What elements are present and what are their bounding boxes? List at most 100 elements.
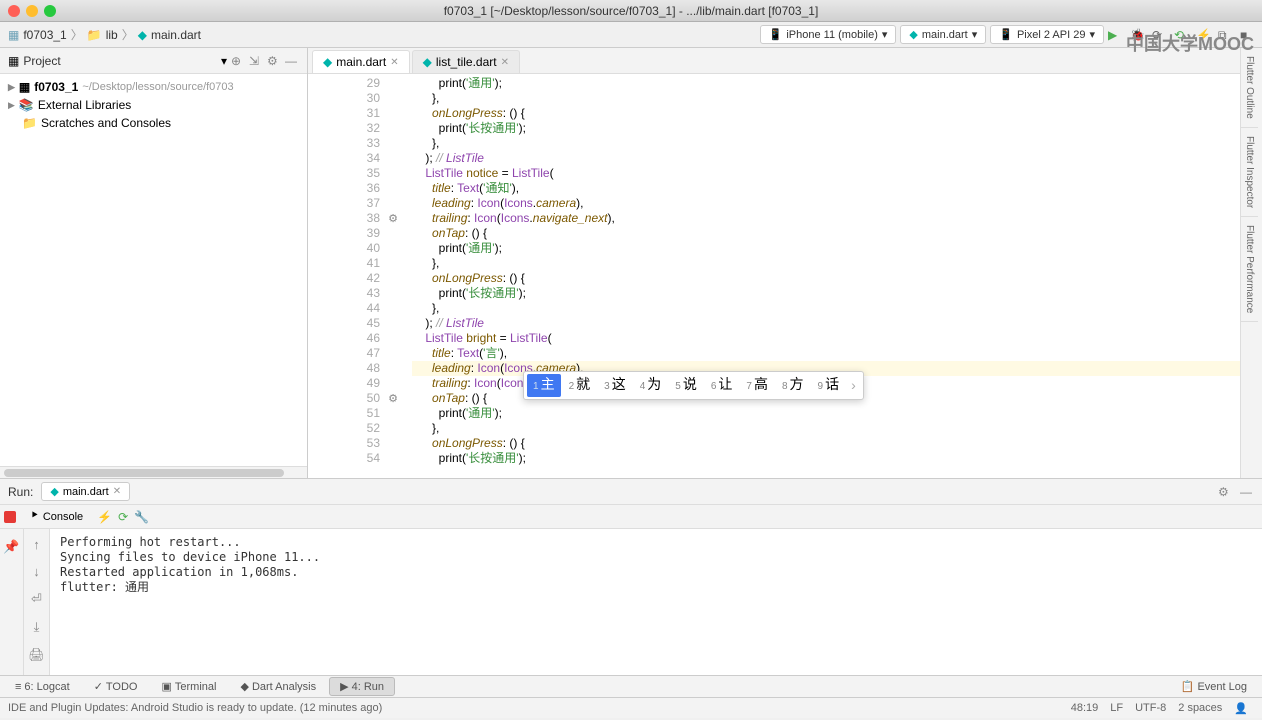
restart-icon[interactable]: ⟳: [118, 510, 128, 524]
dart-file-icon: ◆: [138, 28, 147, 42]
print-icon[interactable]: 🖨: [24, 643, 49, 667]
run-tool-sidebar: ↑ ↓ ⏎ ⤓ 🖨: [24, 529, 50, 675]
code-area[interactable]: 29303132333435363738⚙3940414243444546474…: [308, 74, 1262, 478]
tree-scratches[interactable]: 📁 Scratches and Consoles: [0, 114, 307, 132]
cursor-position: 48:19: [1065, 702, 1105, 714]
minimize-window[interactable]: [26, 5, 38, 17]
line-ending[interactable]: LF: [1104, 702, 1129, 714]
breadcrumb-project: f0703_1: [23, 28, 66, 42]
tab-event-log[interactable]: 📋Event Log: [1170, 677, 1258, 696]
tab-terminal[interactable]: ▣Terminal: [150, 677, 227, 696]
target-icon[interactable]: ⊕: [231, 54, 245, 68]
chevron-down-icon: ▾: [882, 28, 888, 41]
side-tab-outline[interactable]: Flutter Outline: [1241, 48, 1258, 128]
statusbar: IDE and Plugin Updates: Android Studio i…: [0, 697, 1262, 718]
project-panel: ▦ Project ▾ ⊕ ⇲ ⚙ — ▶ ▦ f0703_1 ~/Deskto…: [0, 48, 308, 478]
close-window[interactable]: [8, 5, 20, 17]
vm-selector[interactable]: 📱 Pixel 2 API 29 ▾: [990, 25, 1104, 44]
tree-external-libs[interactable]: ▶ 📚 External Libraries: [0, 96, 307, 114]
tab-logcat[interactable]: ≡6: Logcat: [4, 678, 81, 696]
inspector-icon[interactable]: 👤: [1228, 702, 1254, 715]
device-selector[interactable]: 📱 iPhone 11 (mobile) ▾: [760, 25, 897, 44]
wrap-icon[interactable]: ⏎: [27, 587, 46, 611]
hot-reload-icon[interactable]: ⚡: [97, 510, 112, 524]
side-tab-performance[interactable]: Flutter Performance: [1241, 217, 1258, 322]
dart-icon: ◆: [323, 55, 332, 69]
ime-candidate[interactable]: 5说: [669, 374, 703, 397]
folder-icon: 📁: [87, 28, 102, 42]
project-panel-header: ▦ Project ▾ ⊕ ⇲ ⚙ —: [0, 48, 307, 74]
tree-root[interactable]: ▶ ▦ f0703_1 ~/Desktop/lesson/source/f070…: [0, 78, 307, 96]
side-tab-inspector[interactable]: Flutter Inspector: [1241, 128, 1258, 217]
console-icon: ⯈: [30, 510, 39, 523]
ime-candidate[interactable]: 6让: [705, 374, 739, 397]
project-tree[interactable]: ▶ ▦ f0703_1 ~/Desktop/lesson/source/f070…: [0, 74, 307, 466]
close-icon[interactable]: ✕: [390, 57, 398, 68]
ime-candidate[interactable]: 4为: [634, 374, 668, 397]
run-tab[interactable]: ◆ main.dart ✕: [41, 482, 130, 501]
console-bar: ⯈ Console ⚡ ⟳ 🔧: [0, 505, 1262, 529]
project-icon: ▦: [8, 28, 19, 42]
window-title: f0703_1 [~/Desktop/lesson/source/f0703_1…: [444, 4, 819, 18]
phone-icon: 📱: [999, 28, 1013, 41]
chevron-down-icon[interactable]: ▾: [221, 54, 227, 68]
project-hscroll[interactable]: [0, 466, 307, 478]
gear-icon[interactable]: ⚙: [1218, 485, 1232, 499]
breadcrumb[interactable]: ▦ f0703_1 〉 📁 lib 〉 ◆ main.dart: [8, 26, 201, 43]
scroll-icon[interactable]: ⤓: [30, 615, 44, 639]
gear-icon[interactable]: ⚙: [267, 54, 281, 68]
status-message[interactable]: IDE and Plugin Updates: Android Studio i…: [8, 702, 1065, 714]
up-icon[interactable]: ↑: [29, 533, 44, 556]
tab-todo[interactable]: ✓TODO: [83, 677, 149, 696]
ime-candidate[interactable]: 3这: [598, 374, 632, 397]
breadcrumb-folder: lib: [106, 28, 118, 42]
pin-icon[interactable]: 📌: [0, 535, 24, 559]
close-icon[interactable]: ✕: [113, 486, 121, 497]
watermark: 中国大学MOOC: [1126, 30, 1254, 56]
console-output[interactable]: Performing hot restart... Syncing files …: [50, 529, 1262, 675]
tab-dart-analysis[interactable]: ◆Dart Analysis: [229, 677, 327, 696]
scrollbar-thumb[interactable]: [4, 469, 284, 477]
ime-candidate[interactable]: 8方: [776, 374, 810, 397]
close-icon[interactable]: ✕: [501, 57, 509, 68]
scratches-icon: 📁: [22, 116, 37, 130]
ime-candidate[interactable]: 2就: [563, 374, 597, 397]
run-config-selector[interactable]: ◆ main.dart ▾: [900, 25, 986, 44]
expand-icon[interactable]: ▶: [8, 82, 15, 93]
dart-icon: ◆: [50, 485, 58, 498]
folder-icon: ▦: [8, 54, 19, 68]
breadcrumb-sep: 〉: [122, 26, 134, 43]
stop-button[interactable]: [4, 511, 16, 523]
phone-icon: 📱: [769, 28, 783, 41]
run-icon[interactable]: ▶: [1108, 28, 1122, 42]
expand-icon[interactable]: ▶: [8, 100, 15, 111]
dart-icon: ◆: [423, 55, 432, 69]
navbar: ▦ f0703_1 〉 📁 lib 〉 ◆ main.dart 📱 iPhone…: [0, 22, 1262, 48]
collapse-icon[interactable]: ⇲: [249, 54, 263, 68]
editor: ◆ main.dart ✕ ◆ list_tile.dart ✕ 2930313…: [308, 48, 1262, 478]
tab-run[interactable]: ▶4: Run: [329, 677, 395, 696]
maximize-window[interactable]: [44, 5, 56, 17]
console-tab[interactable]: ⯈ Console: [22, 508, 91, 525]
ime-candidate[interactable]: 1主: [527, 374, 561, 397]
run-header: Run: ◆ main.dart ✕ ⚙ —: [0, 479, 1262, 505]
window-controls: [8, 5, 56, 17]
indent[interactable]: 2 spaces: [1172, 702, 1228, 714]
chevron-down-icon: ▾: [972, 28, 978, 41]
hide-icon[interactable]: —: [1240, 485, 1254, 499]
ime-candidate[interactable]: 9话: [812, 374, 846, 397]
ime-next-icon[interactable]: ›: [847, 378, 860, 393]
ime-candidate[interactable]: 7高: [740, 374, 774, 397]
library-icon: 📚: [19, 98, 34, 112]
hide-icon[interactable]: —: [285, 54, 299, 68]
run-panel: Run: ◆ main.dart ✕ ⚙ — ⯈ Console ⚡ ⟳ 🔧 📌…: [0, 478, 1262, 675]
breadcrumb-file: main.dart: [151, 28, 201, 42]
tab-listtile[interactable]: ◆ list_tile.dart ✕: [412, 50, 520, 73]
down-icon[interactable]: ↓: [29, 560, 44, 583]
devtools-icon[interactable]: 🔧: [134, 510, 149, 524]
ime-popup[interactable]: 1主2就3这4为5说6让7高8方9话›: [523, 371, 864, 400]
file-encoding[interactable]: UTF-8: [1129, 702, 1172, 714]
right-side-tabs: Flutter Outline Flutter Inspector Flutte…: [1240, 48, 1262, 478]
tab-main[interactable]: ◆ main.dart ✕: [312, 50, 410, 73]
code-content[interactable]: print('通用'); }, onLongPress: () { print(…: [388, 74, 1262, 478]
